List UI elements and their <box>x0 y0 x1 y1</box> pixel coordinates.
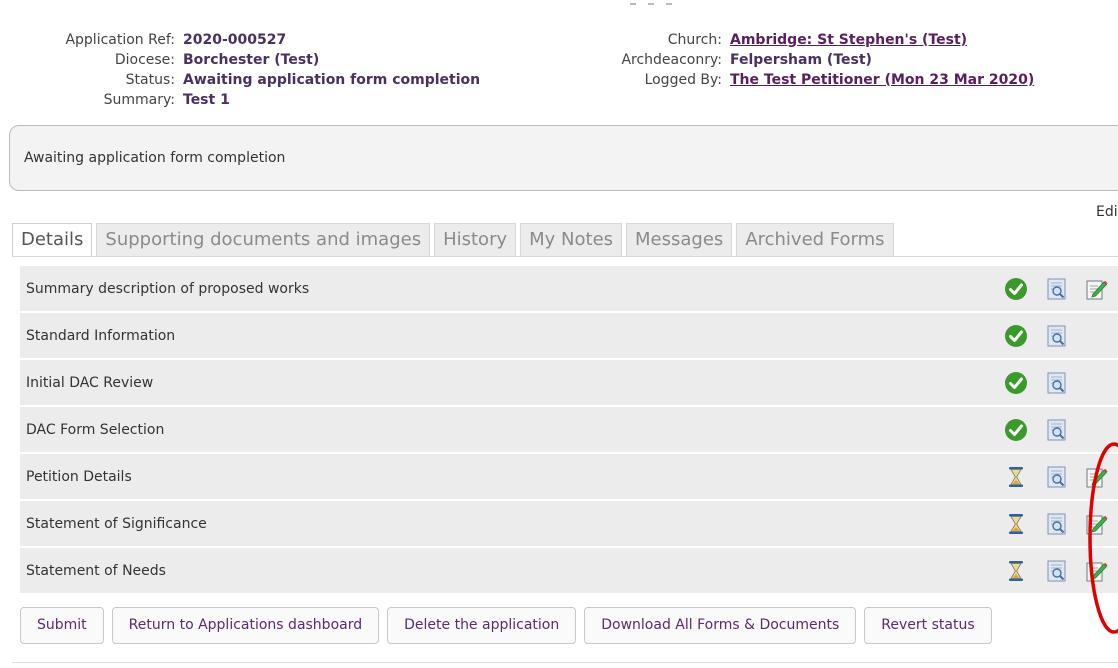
form-name: Statement of Significance <box>26 516 207 532</box>
tab-my-notes[interactable]: My Notes <box>520 223 623 256</box>
info-label: Archdeaconry: <box>621 52 722 68</box>
forms-list: Summary description of proposed works Sta… <box>20 266 1118 595</box>
status-message-box: Awaiting application form completion <box>9 125 1118 191</box>
info-label: Church: <box>667 32 722 48</box>
view-document-icon[interactable] <box>1045 512 1069 536</box>
edit-link[interactable]: Edi <box>1096 204 1118 220</box>
view-document-icon[interactable] <box>1045 371 1069 395</box>
form-actions <box>1004 324 1118 350</box>
form-row: Summary description of proposed works <box>20 266 1118 311</box>
download-all-button[interactable]: Download All Forms & Documents <box>584 607 857 644</box>
form-name: Statement of Needs <box>26 563 166 579</box>
form-row: Statement of Needs <box>20 548 1118 593</box>
info-value: 2020-000527 <box>183 32 287 48</box>
view-document-icon[interactable] <box>1045 324 1069 348</box>
tab-messages[interactable]: Messages <box>626 223 733 256</box>
green-check-icon <box>1004 277 1028 301</box>
info-label: Logged By: <box>644 72 722 88</box>
info-row-status: Status: Awaiting application form comple… <box>0 70 480 90</box>
view-document-icon[interactable] <box>1045 277 1069 301</box>
form-row: Statement of Significance <box>20 501 1118 546</box>
green-check-icon <box>1004 324 1028 348</box>
edit-document-icon[interactable] <box>1084 277 1108 301</box>
top-fragment <box>630 0 690 8</box>
info-label: Summary: <box>103 92 175 108</box>
delete-application-button[interactable]: Delete the application <box>387 607 577 644</box>
view-document-icon[interactable] <box>1045 418 1069 442</box>
green-check-icon <box>1004 371 1028 395</box>
action-buttons: Submit Return to Applications dashboard … <box>20 607 1000 644</box>
submit-button[interactable]: Submit <box>20 607 104 644</box>
info-value: Awaiting application form completion <box>183 72 481 88</box>
info-value: Test 1 <box>183 92 230 108</box>
view-document-icon[interactable] <box>1045 465 1069 489</box>
form-row: Initial DAC Review <box>20 360 1118 405</box>
tab-supporting-documents[interactable]: Supporting documents and images <box>96 223 431 256</box>
return-to-dashboard-button[interactable]: Return to Applications dashboard <box>111 607 380 644</box>
info-row-church: Church: Ambridge: St Stephen's (Test) <box>520 30 1034 50</box>
church-link[interactable]: Ambridge: St Stephen's (Test) <box>730 30 967 50</box>
info-label: Diocese: <box>114 52 175 68</box>
logged-by-link[interactable]: The Test Petitioner (Mon 23 Mar 2020) <box>730 70 1034 90</box>
form-name: Summary description of proposed works <box>26 281 310 297</box>
view-document-icon[interactable] <box>1045 559 1069 583</box>
hourglass-icon <box>1004 465 1028 489</box>
green-check-icon <box>1004 418 1028 442</box>
application-info-right: Church: Ambridge: St Stephen's (Test) Ar… <box>520 30 1034 90</box>
info-label: Status: <box>125 72 175 88</box>
info-row-archdeaconry: Archdeaconry: Felpersham (Test) <box>520 50 1034 70</box>
info-label: Application Ref: <box>65 32 175 48</box>
revert-status-button[interactable]: Revert status <box>864 607 992 644</box>
form-row: DAC Form Selection <box>20 407 1118 452</box>
hourglass-icon <box>1004 559 1028 583</box>
form-name: Initial DAC Review <box>26 375 154 391</box>
tab-archived-forms[interactable]: Archived Forms <box>736 223 894 256</box>
red-annotation-oval <box>1088 442 1118 634</box>
hourglass-icon <box>1004 512 1028 536</box>
form-actions <box>1004 371 1118 397</box>
tab-bar: Details Supporting documents and images … <box>12 223 898 256</box>
form-row: Standard Information <box>20 313 1118 358</box>
form-name: Standard Information <box>26 328 176 344</box>
info-value: Borchester (Test) <box>183 52 320 68</box>
application-info-left: Application Ref: 2020-000527 Diocese: Bo… <box>0 30 480 110</box>
tab-history[interactable]: History <box>434 223 517 256</box>
form-row: Petition Details <box>20 454 1118 499</box>
info-value: Felpersham (Test) <box>730 52 872 68</box>
info-row-summary: Summary: Test 1 <box>0 90 480 110</box>
info-row-diocese: Diocese: Borchester (Test) <box>0 50 480 70</box>
form-name: Petition Details <box>26 469 132 485</box>
info-row-logged-by: Logged By: The Test Petitioner (Mon 23 M… <box>520 70 1035 90</box>
tab-panel-border <box>12 256 1118 257</box>
form-name: DAC Form Selection <box>26 422 165 438</box>
form-actions <box>1004 277 1118 303</box>
status-message-text: Awaiting application form completion <box>24 150 286 166</box>
info-row-application-ref: Application Ref: 2020-000527 <box>0 30 480 50</box>
tab-details[interactable]: Details <box>12 223 93 256</box>
panel-bottom-border <box>12 662 1118 663</box>
